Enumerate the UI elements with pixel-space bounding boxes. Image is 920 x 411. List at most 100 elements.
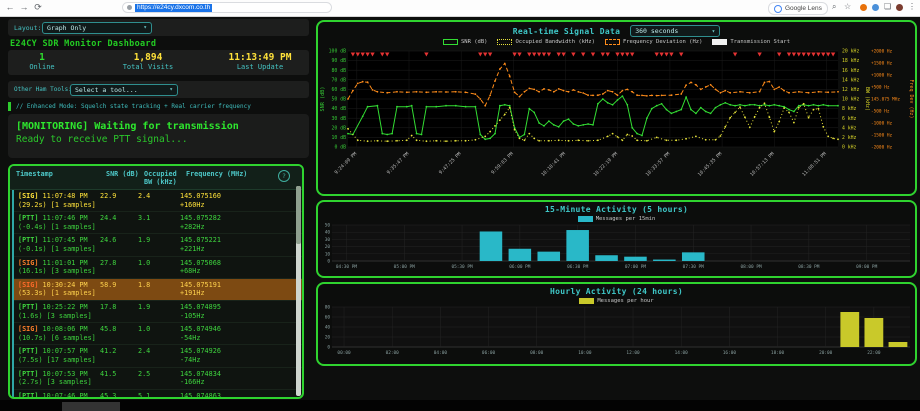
url-bar[interactable]: https://e24cy.dxcom.co.th [122,2,332,13]
svg-text:40: 40 [325,325,331,331]
scrollbar-thumb[interactable] [296,186,301,244]
svg-text:14:00: 14:00 [675,350,689,356]
cell-snr: 41.5 [100,370,138,387]
table-row[interactable]: [PTT] 10:25:22 PM(1.6s) [3 samples]17.81… [14,301,302,323]
star-icon[interactable]: ☆ [844,2,851,11]
cell-snr: 27.8 [100,259,138,276]
online-count: 1 [12,52,72,63]
svg-text:-2000 Hz: -2000 Hz [871,145,893,151]
search-icon[interactable]: ⌕ [832,2,836,12]
svg-text:-1500 Hz: -1500 Hz [871,133,893,139]
svg-text:100 dB: 100 dB [329,49,346,55]
svg-text:00:00: 00:00 [337,350,351,356]
back-icon[interactable]: ← [4,1,16,14]
table-row[interactable]: [PTT] 11:07:45 PM(-0.1s) [1 samples]24.6… [14,234,302,256]
svg-text:9:59:03 PM: 9:59:03 PM [490,151,515,176]
cell-timestamp: [SIG] 11:07:48 PM(29.2s) [1 samples] [18,192,100,209]
svg-text:10:57:13 PM: 10:57:13 PM [749,151,776,178]
url-text[interactable]: https://e24cy.dxcom.co.th [135,4,212,12]
svg-text:40 dB: 40 dB [332,106,347,112]
table-row[interactable]: [PTT] 10:07:46 PM(5.6s) [11 samples]45.3… [14,390,302,399]
svg-text:-1000 Hz: -1000 Hz [871,121,893,127]
svg-text:05:30 PM: 05:30 PM [451,264,473,270]
signal-table-panel: Timestamp SNR (dB) Occupied BW (kHz) Fre… [8,164,304,399]
help-icon[interactable]: ? [278,170,290,182]
svg-text:22:00: 22:00 [867,350,881,356]
freqdev-legend-swatch [605,39,620,45]
stat-online: 1 Online [12,52,72,72]
svg-text:10 kHz: 10 kHz [842,97,859,103]
time-range-select[interactable]: 360 seconds ▾ [630,25,720,37]
cell-bw: 1.0 [138,325,180,342]
cell-timestamp: [SIG] 11:01:01 PM(16.1s) [3 samples] [18,259,100,276]
table-row[interactable]: [PTT] 10:07:57 PM(7.5s) [17 samples]41.2… [14,345,302,367]
svg-text:12 kHz: 12 kHz [842,87,859,93]
table-row[interactable]: [SIG] 11:01:01 PM(16.1s) [3 samples]27.8… [14,257,302,279]
col-snr: SNR (dB) [106,170,144,186]
svg-text:145.075 MHz: 145.075 MHz [871,97,900,103]
messages-15min-swatch [578,216,593,222]
svg-text:6 kHz: 6 kHz [842,116,857,122]
cell-bw: 1.9 [138,303,180,320]
table-row[interactable]: [SIG] 10:30:24 PM(53.3s) [1 samples]58.9… [14,279,302,301]
svg-text:60: 60 [325,315,331,321]
layout-label: Layout: [14,24,41,32]
profile-avatar[interactable] [896,4,903,11]
layout-select[interactable]: Graph Only ▾ [42,22,152,34]
activity-hourly-panel: Hourly Activity (24 hours) Messages per … [316,282,917,366]
cell-bw: 1.8 [138,281,180,298]
svg-text:06:00: 06:00 [482,350,496,356]
stat-visits: 1,894 Total Visits [108,52,188,72]
tools-bar: Other Ham Tools: Select a tool... ▾ [8,81,309,98]
svg-text:40: 40 [325,230,331,236]
svg-text:0: 0 [327,259,330,265]
svg-text:80: 80 [325,305,331,311]
extension-icon-blue[interactable] [872,4,879,11]
svg-text:16:00: 16:00 [723,350,737,356]
cell-frequency: 145.074946-54Hz [180,325,300,342]
cell-snr: 41.2 [100,347,138,364]
svg-text:60 dB: 60 dB [332,87,347,93]
txstart-legend-label: Transmission Start [730,39,790,45]
svg-text:14 kHz: 14 kHz [842,77,859,83]
extension-icon-orange[interactable] [860,4,867,11]
svg-text:4 kHz: 4 kHz [842,125,857,131]
svg-text:20: 20 [325,244,331,250]
activity-15min-title: 15-Minute Activity (5 hours) [545,205,688,214]
refresh-icon[interactable]: ⟳ [32,1,44,14]
forward-icon[interactable]: → [18,1,30,14]
tools-select[interactable]: Select a tool... ▾ [70,84,178,96]
svg-text:08:30 PM: 08:30 PM [798,264,820,270]
svg-text:10:45:35 PM: 10:45:35 PM [697,151,724,178]
chevron-down-icon: ▾ [712,28,716,35]
cell-bw: 1.9 [138,236,180,253]
svg-text:0 dB: 0 dB [334,145,346,151]
table-row[interactable]: [PTT] 11:07:46 PM(-0.4s) [1 samples]24.4… [14,212,302,234]
cell-snr: 24.6 [100,236,138,253]
svg-text:8 kHz: 8 kHz [842,106,857,112]
google-lens-button[interactable]: Google Lens [768,2,828,15]
svg-text:50: 50 [325,223,331,229]
messages-15min-label: Messages per 15min [596,216,656,222]
last-update-label: Last Update [215,63,305,72]
page-title: E24CY SDR Monitor Dashboard [10,39,156,49]
svg-text:09:00 PM: 09:00 PM [856,264,878,270]
google-lens-label: Google Lens [785,5,822,12]
menu-icon[interactable]: ⋮ [908,2,916,11]
extensions-puzzle-icon[interactable]: ❏ [884,2,891,11]
col-timestamp: Timestamp [16,170,106,186]
table-row[interactable]: [SIG] 10:08:06 PM(10.7s) [6 samples]45.8… [14,323,302,345]
table-row[interactable]: [SIG] 11:07:48 PM(29.2s) [1 samples]22.9… [14,190,302,212]
svg-text:9:24:09 PM: 9:24:09 PM [334,151,359,176]
svg-text:+2000 Hz: +2000 Hz [871,49,893,55]
table-scrollbar[interactable] [296,186,301,396]
table-header: Timestamp SNR (dB) Occupied BW (kHz) Fre… [10,166,302,190]
svg-text:07:00 PM: 07:00 PM [625,264,647,270]
page-bottom-fragment [62,402,120,411]
activity-hourly-title: Hourly Activity (24 hours) [550,287,683,296]
cell-frequency: 145.075221+221Hz [180,236,300,253]
obw-legend-swatch [497,39,512,45]
table-row[interactable]: [PTT] 10:07:53 PM(2.7s) [3 samples]41.52… [14,368,302,390]
tools-select-value: Select a tool... [75,86,138,94]
svg-text:9:35:47 PM: 9:35:47 PM [386,151,411,176]
